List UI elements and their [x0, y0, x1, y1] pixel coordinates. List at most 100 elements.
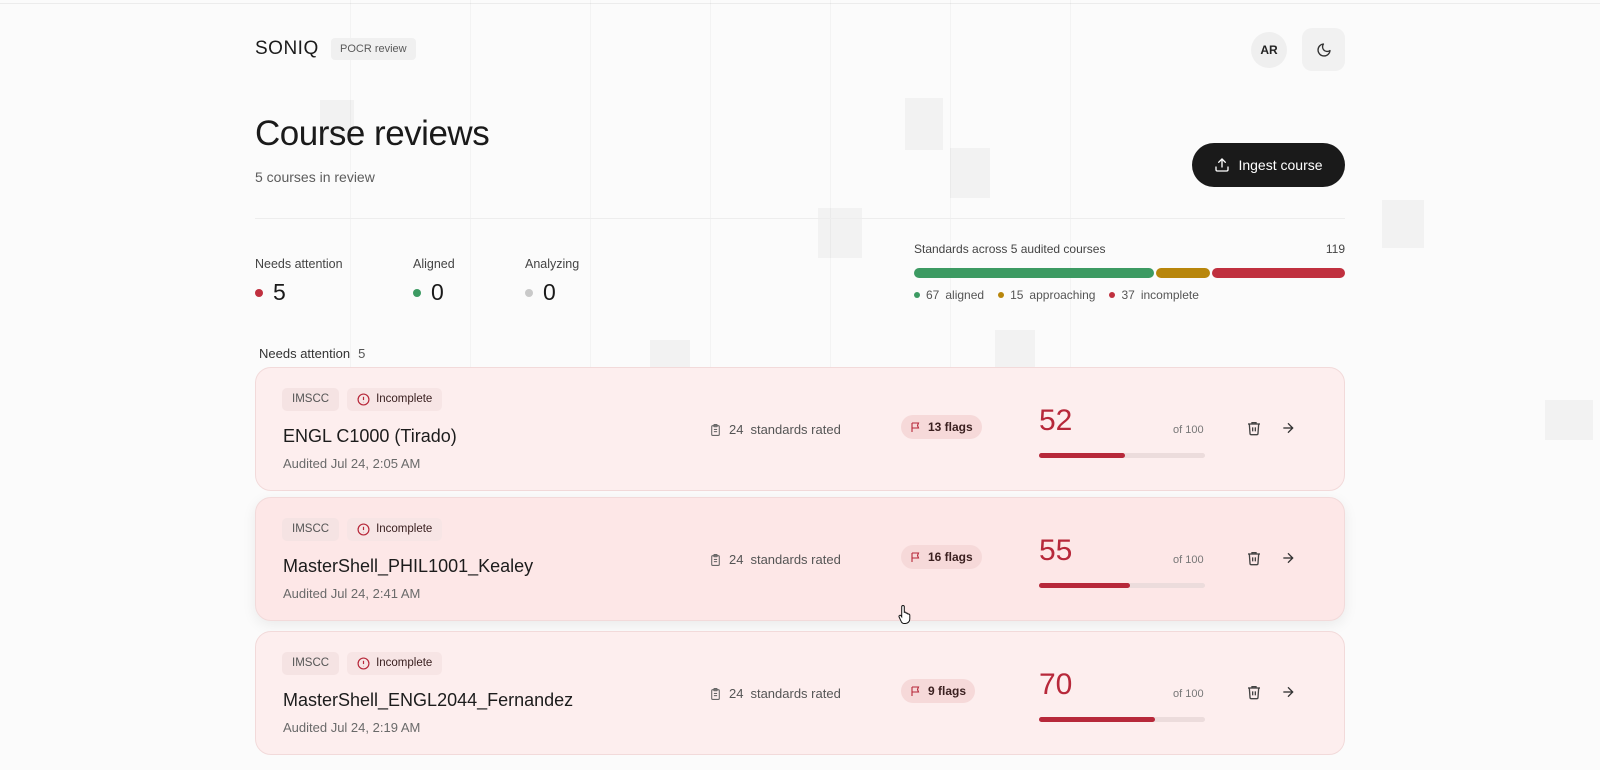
theme-toggle-button[interactable]: [1302, 28, 1345, 71]
course-title[interactable]: MasterShell_PHIL1001_Kealey: [283, 556, 533, 577]
delete-button[interactable]: [1246, 684, 1264, 702]
open-course-button[interactable]: [1280, 684, 1298, 702]
arrow-right-icon: [1283, 552, 1294, 564]
flags-badge[interactable]: 9 flags: [901, 679, 976, 703]
stat-aligned: Aligned 0: [413, 257, 455, 306]
standards-title: Standards across 5 audited courses: [914, 242, 1106, 256]
brand-logo[interactable]: SONIQ: [255, 38, 319, 60]
audit-date: Audited Jul 24, 2:19 AM: [283, 720, 421, 735]
standards-summary: Standards across 5 audited courses 119 6…: [914, 242, 1345, 302]
standards-legend: 67 aligned 15 approaching 37 incomplete: [914, 288, 1345, 302]
flags-label: 16 flags: [928, 550, 973, 564]
flag-icon: [911, 552, 920, 562]
score-bar: [1039, 453, 1205, 458]
bg-square: [1382, 200, 1424, 248]
legend-label: approaching: [1029, 288, 1096, 302]
score-value: 70: [1039, 668, 1073, 701]
score-fill: [1039, 717, 1156, 722]
course-card[interactable]: IMSCC Incomplete MasterShell_PHIL1001_Ke…: [255, 497, 1345, 621]
arrow-right-icon: [1283, 422, 1294, 434]
standards-segment-approaching: [1156, 268, 1211, 278]
open-course-button[interactable]: [1280, 420, 1298, 438]
format-badge: IMSCC: [282, 518, 340, 541]
rated-label: standards rated: [750, 686, 841, 701]
score-max: of 100: [1173, 424, 1204, 436]
section-count: 5: [358, 346, 366, 361]
status-badge: Incomplete: [347, 388, 443, 411]
course-card[interactable]: IMSCC Incomplete MasterShell_ENGL2044_Fe…: [255, 631, 1345, 755]
flag-icon: [911, 422, 920, 432]
trash-icon: [1248, 552, 1260, 566]
course-title[interactable]: ENGL C1000 (Tirado): [283, 426, 457, 447]
legend-approaching: 15 approaching: [998, 288, 1095, 302]
standards-rated: 24 standards rated: [709, 686, 841, 701]
stat-analyzing: Analyzing 0: [525, 257, 579, 306]
section-label: Needs attention: [259, 346, 351, 361]
arrow-right-icon: [1283, 686, 1294, 698]
status-dot: [525, 288, 533, 297]
status-dot: [255, 288, 263, 297]
stat-label: Analyzing: [525, 257, 580, 271]
rated-label: standards rated: [750, 552, 841, 567]
legend-incomplete: 37 incomplete: [1109, 288, 1199, 302]
format-badge: IMSCC: [282, 652, 340, 675]
stat-value: 0: [431, 279, 444, 305]
bg-square: [1545, 400, 1593, 440]
standards-segment-aligned: [914, 268, 1155, 278]
stat-label: Aligned: [413, 257, 455, 271]
audit-date: Audited Jul 24, 2:41 AM: [283, 586, 421, 601]
audit-date: Audited Jul 24, 2:05 AM: [283, 456, 421, 471]
legend-count: 15: [1010, 288, 1024, 302]
stat-label: Needs attention: [255, 257, 343, 271]
moon-icon: [1316, 42, 1331, 57]
score-max: of 100: [1173, 554, 1204, 566]
legend-count: 67: [926, 288, 940, 302]
open-course-button[interactable]: [1280, 550, 1298, 568]
score-bar: [1039, 717, 1205, 722]
alert-circle-icon: [357, 657, 370, 670]
flags-label: 9 flags: [928, 684, 967, 698]
section-heading: Needs attention 5: [259, 346, 365, 361]
divider: [255, 218, 1345, 219]
rated-label: standards rated: [750, 422, 841, 437]
score-max: of 100: [1173, 688, 1204, 700]
legend-aligned: 67 aligned: [914, 288, 984, 302]
legend-dot: [998, 292, 1005, 298]
standards-segment-incomplete: [1212, 268, 1345, 278]
stat-value: 5: [273, 279, 286, 305]
legend-dot: [914, 292, 920, 298]
mode-tag: POCR review: [331, 38, 416, 60]
standards-total: 119: [1325, 242, 1345, 256]
status-badge: Incomplete: [347, 518, 443, 541]
user-avatar[interactable]: AR: [1251, 32, 1287, 68]
page-title: Course reviews: [255, 114, 490, 153]
status-dot: [413, 288, 421, 297]
delete-button[interactable]: [1246, 550, 1264, 568]
rated-count: 24: [729, 422, 744, 437]
stat-value: 0: [543, 279, 556, 305]
flags-label: 13 flags: [928, 420, 973, 434]
course-title[interactable]: MasterShell_ENGL2044_Fernandez: [283, 690, 573, 711]
flags-badge[interactable]: 13 flags: [901, 415, 982, 439]
standards-rated: 24 standards rated: [709, 422, 841, 437]
score-value: 52: [1039, 404, 1073, 437]
main-container: SONIQ POCR review AR Course reviews 5 co…: [255, 0, 1345, 770]
flags-badge[interactable]: 16 flags: [901, 545, 982, 569]
trash-icon: [1248, 422, 1260, 436]
flag-icon: [911, 686, 920, 696]
ingest-course-button[interactable]: Ingest course: [1192, 143, 1345, 187]
course-card[interactable]: IMSCC Incomplete ENGL C1000 (Tirado) Aud…: [255, 367, 1345, 491]
ingest-course-label: Ingest course: [1238, 157, 1323, 173]
trash-icon: [1248, 686, 1260, 700]
score-fill: [1039, 583, 1131, 588]
status-badge: Incomplete: [347, 652, 443, 675]
clipboard-icon: [711, 687, 720, 700]
standards-rated: 24 standards rated: [709, 552, 841, 567]
hand-cursor-icon: [898, 604, 911, 624]
score-bar: [1039, 583, 1205, 588]
delete-button[interactable]: [1246, 420, 1264, 438]
clipboard-icon: [711, 423, 720, 436]
clipboard-icon: [711, 553, 720, 566]
legend-label: incomplete: [1140, 288, 1199, 302]
score-fill: [1039, 453, 1126, 458]
